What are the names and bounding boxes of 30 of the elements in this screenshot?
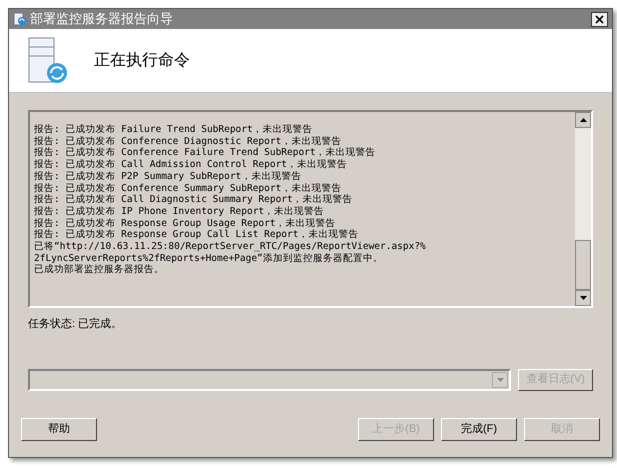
log-line: 已将“http://10.63.11.25:80/ReportServer_RTC/Pages/ReportViewer.aspx?% — [34, 241, 427, 253]
step-title: 正在执行命令 — [94, 50, 190, 70]
finish-button[interactable]: 完成(F) — [441, 418, 517, 440]
log-line: 2fLyncServerReports%2fReports+Home+Page”添加到监控服务器配置中。 — [34, 252, 384, 264]
close-button[interactable] — [591, 12, 608, 26]
log-line: 报告: 已成功发布 P2P Summary SubReport，未出现警告 — [34, 170, 302, 183]
server-sync-icon — [28, 36, 68, 84]
scroll-thumb[interactable] — [575, 240, 591, 290]
task-status: 任务状态: 已完成。 — [28, 316, 124, 332]
down-arrow-icon — [580, 296, 586, 300]
log-line: 已成功部署监控服务器报告。 — [34, 264, 165, 276]
help-button[interactable]: 帮助 — [21, 418, 97, 440]
app-icon — [13, 12, 27, 26]
up-arrow-icon — [580, 118, 586, 122]
log-line: 报告: 已成功发布 Call Diagnostic Summary Report，未出现警告 — [34, 194, 354, 206]
log-line: 报告: 已成功发布 Response Group Usage Report，未出现警告 — [34, 218, 337, 229]
scroll-down-button[interactable] — [575, 290, 591, 306]
log-line: 报告: 已成功发布 Response Group Call List Report，未出现警告 — [34, 229, 360, 242]
log-line: 报告: 已成功发布 Conference Summary SubReport，未出现警告 — [34, 182, 342, 194]
scroll-up-button[interactable] — [575, 112, 591, 128]
log-line: 报告: 已成功发布 Conference Diagnostic Report，未出现警告 — [34, 136, 342, 147]
log-line: 报告: 已成功发布 Failure Trend SubReport，未出现警告 — [34, 124, 314, 136]
window-title: 部署监控服务器报告向导 — [30, 10, 174, 28]
log-dropdown[interactable] — [28, 368, 512, 390]
log-line: 报告: 已成功发布 IP Phone Inventory Report，未出现警告 — [34, 206, 326, 218]
scrollbar[interactable] — [575, 112, 591, 306]
log-line: 报告: 已成功发布 Conference Failure Trend SubReport，未出现警告 — [34, 147, 377, 159]
log-line: 报告: 已成功发布 Call Admission Control Report，未出现警告 — [34, 159, 348, 171]
close-icon — [595, 14, 604, 24]
dropdown-caret-icon — [496, 378, 504, 382]
